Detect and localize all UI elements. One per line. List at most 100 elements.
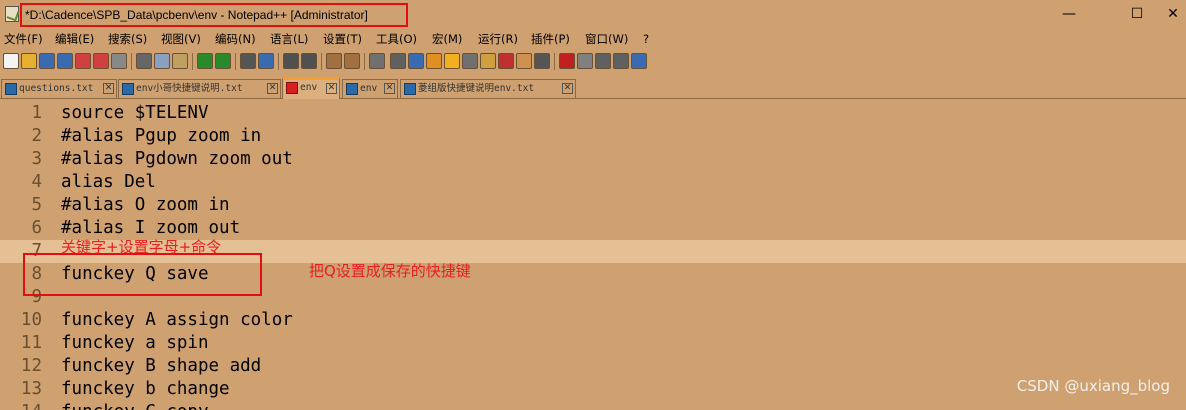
function-list-icon[interactable]: [462, 53, 478, 69]
menu-window[interactable]: 窗口(W): [585, 29, 628, 49]
watermark: CSDN @uxiang_blog: [1016, 377, 1170, 395]
file-icon: [122, 83, 134, 95]
editor-line[interactable]: 14 funckey C copy: [0, 401, 1186, 410]
tab-close-icon[interactable]: ✕: [562, 83, 573, 94]
close-icon[interactable]: [75, 53, 91, 69]
menu-search[interactable]: 搜索(S): [108, 29, 147, 49]
tab-label: 菱组版快捷键说明env.txt: [418, 83, 535, 94]
file-icon: [5, 83, 17, 95]
editor-line[interactable]: 11 funckey a spin: [0, 332, 1186, 355]
editor-line[interactable]: 5 #alias O zoom in: [0, 194, 1186, 217]
folder-workspace-icon[interactable]: [480, 53, 496, 69]
tab-label: questions.txt: [19, 83, 94, 94]
stop-macro-icon[interactable]: [577, 53, 593, 69]
save-icon[interactable]: [39, 53, 55, 69]
menu-view[interactable]: 视图(V): [161, 29, 201, 49]
print-icon[interactable]: [111, 53, 127, 69]
tab-questions[interactable]: questions.txt ✕: [1, 79, 117, 98]
line-number: 2: [31, 126, 42, 146]
minimize-button[interactable]: —: [1046, 0, 1092, 28]
line-number: 14: [0, 401, 42, 410]
title-bar: *D:\Cadence\SPB_Data\pcbenv\env - Notepa…: [0, 0, 1186, 29]
menu-file[interactable]: 文件(F): [4, 29, 43, 49]
editor-line[interactable]: 4 alias Del: [0, 171, 1186, 194]
maximize-button[interactable]: ☐: [1114, 0, 1160, 28]
tab-env-2[interactable]: env ✕: [342, 79, 398, 98]
menu-settings[interactable]: 设置(T): [323, 29, 362, 49]
notepad-plus-plus-icon[interactable]: [5, 6, 19, 22]
shortcut-annotation: 把Q设置成保存的快捷键: [309, 262, 471, 280]
line-number: 6: [31, 218, 42, 238]
editor-line[interactable]: 3 #alias Pgdown zoom out: [0, 148, 1186, 171]
editor-line[interactable]: 10 funckey A assign color: [0, 309, 1186, 332]
new-file-icon[interactable]: [3, 53, 19, 69]
sync-horizontal-icon[interactable]: [344, 53, 360, 69]
tab-env-group-shortcuts[interactable]: 菱组版快捷键说明env.txt ✕: [400, 79, 576, 98]
toolbar-separator: [235, 53, 236, 70]
udl-icon[interactable]: [426, 53, 442, 69]
tab-env-shortcuts[interactable]: env小哥快捷键说明.txt ✕: [118, 79, 281, 98]
copy-icon[interactable]: [154, 53, 170, 69]
close-all-icon[interactable]: [93, 53, 109, 69]
menu-tools[interactable]: 工具(O): [376, 29, 417, 49]
doc-switcher-icon[interactable]: [516, 53, 532, 69]
monitoring-icon[interactable]: [498, 53, 514, 69]
replace-icon[interactable]: [258, 53, 274, 69]
tab-close-icon[interactable]: ✕: [267, 83, 278, 94]
file-icon: [346, 83, 358, 95]
menu-language[interactable]: 语言(L): [270, 29, 308, 49]
toolbar-separator: [192, 53, 193, 70]
menu-run[interactable]: 运行(R): [478, 29, 518, 49]
indent-guide-icon[interactable]: [408, 53, 424, 69]
show-all-chars-icon[interactable]: [390, 53, 406, 69]
eye-icon[interactable]: [534, 53, 550, 69]
save-macro-icon[interactable]: [631, 53, 647, 69]
cut-icon[interactable]: [136, 53, 152, 69]
editor-line[interactable]: 1 source $TELENV: [0, 102, 1186, 125]
tab-env-active[interactable]: env ✕: [282, 77, 340, 99]
menu-plugins[interactable]: 插件(P): [531, 29, 570, 49]
toolbar-separator: [554, 53, 555, 70]
open-file-icon[interactable]: [21, 53, 37, 69]
find-icon[interactable]: [240, 53, 256, 69]
editor-line[interactable]: 13 funckey b change: [0, 378, 1186, 401]
toolbar-separator: [131, 53, 132, 70]
code-text: alias Del: [61, 172, 156, 192]
save-all-icon[interactable]: [57, 53, 73, 69]
menu-bar: 文件(F) 编辑(E) 搜索(S) 视图(V) 编码(N) 语言(L) 设置(T…: [0, 29, 1186, 49]
code-text: #alias O zoom in: [61, 195, 230, 215]
line-number: 10: [20, 310, 42, 330]
menu-edit[interactable]: 编辑(E): [55, 29, 94, 49]
redo-icon[interactable]: [215, 53, 231, 69]
menu-encoding[interactable]: 编码(N): [215, 29, 256, 49]
tab-close-icon[interactable]: ✕: [384, 83, 395, 94]
menu-help[interactable]: ?: [643, 29, 649, 49]
line-number: 12: [20, 356, 42, 376]
tab-label: env: [300, 82, 318, 93]
editor-line[interactable]: 2 #alias Pgup zoom in: [0, 125, 1186, 148]
doc-map-icon[interactable]: [444, 53, 460, 69]
code-text: #alias Pgup zoom in: [61, 126, 262, 146]
code-text: funckey b change: [61, 379, 230, 399]
word-wrap-icon[interactable]: [369, 53, 385, 69]
sync-vertical-icon[interactable]: [326, 53, 342, 69]
paste-icon[interactable]: [172, 53, 188, 69]
tab-close-icon[interactable]: ✕: [103, 83, 114, 94]
play-multiple-icon[interactable]: [613, 53, 629, 69]
close-window-button[interactable]: ✕: [1160, 0, 1186, 28]
code-text: funckey B shape add: [61, 356, 262, 376]
undo-icon[interactable]: [197, 53, 213, 69]
menu-macro[interactable]: 宏(M): [432, 29, 462, 49]
record-macro-icon[interactable]: [559, 53, 575, 69]
toolbar-separator: [278, 53, 279, 70]
editor-line[interactable]: 12 funckey B shape add: [0, 355, 1186, 378]
play-macro-icon[interactable]: [595, 53, 611, 69]
tab-close-icon[interactable]: ✕: [326, 83, 337, 94]
highlight-box: [23, 253, 262, 296]
modified-file-icon: [286, 82, 298, 94]
zoom-out-icon[interactable]: [301, 53, 317, 69]
zoom-in-icon[interactable]: [283, 53, 299, 69]
code-text: source $TELENV: [61, 103, 209, 123]
code-text: funckey C copy: [61, 401, 209, 410]
code-text: funckey A assign color: [61, 310, 293, 330]
